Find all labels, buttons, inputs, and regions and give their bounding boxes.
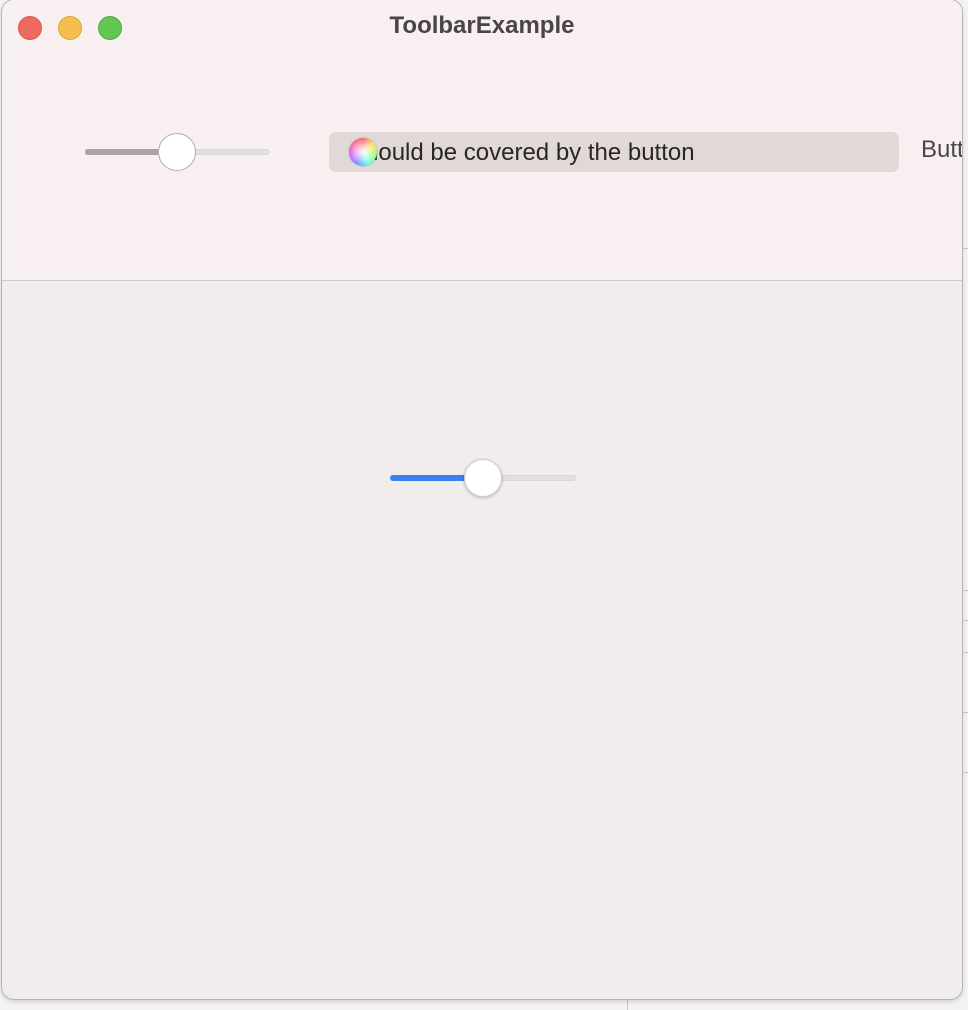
text-field-value: Should be covered by the button <box>349 139 695 166</box>
window-title: ToolbarExample <box>389 12 575 39</box>
slider-knob[interactable] <box>464 459 502 497</box>
slider-knob[interactable] <box>158 133 196 171</box>
toolbar-text-field[interactable]: Should be covered by the button Button <box>329 132 962 172</box>
toolbar-button[interactable]: Button <box>921 136 962 164</box>
content-slider[interactable] <box>390 458 576 498</box>
app-window: ToolbarExample Should be covered by the … <box>2 0 962 999</box>
color-wheel-icon[interactable] <box>349 138 377 166</box>
toolbar-slider[interactable] <box>85 132 269 172</box>
